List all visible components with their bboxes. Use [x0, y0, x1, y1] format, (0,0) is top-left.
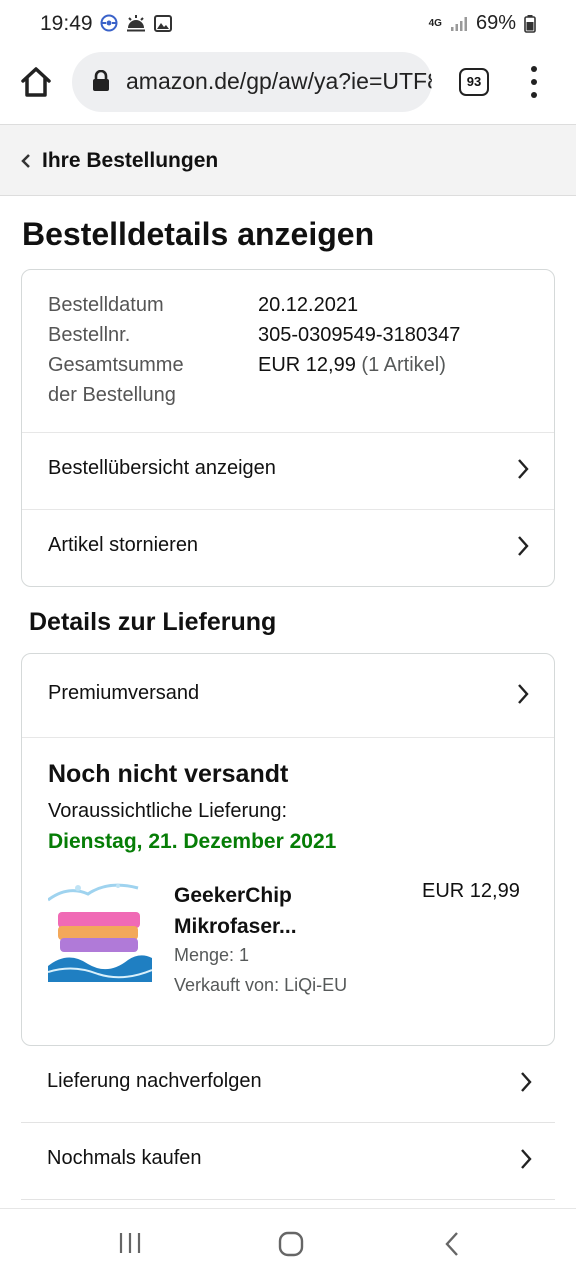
product-seller: Verkauft von: LiQi-EU [174, 975, 348, 995]
system-navigation-bar [0, 1208, 576, 1280]
network-type-label: 4G [428, 17, 442, 29]
chevron-right-icon [521, 1072, 532, 1092]
product-title[interactable]: GeekerChip Mikrofaser... [174, 880, 404, 942]
product-title-line2: Mikrofaser... [174, 915, 297, 938]
chevron-right-icon [518, 536, 529, 556]
order-total-label-line2: der Bestellung [48, 384, 176, 406]
back-navigation[interactable]: Ihre Bestellungen [0, 124, 576, 196]
page-title: Bestelldetails anzeigen [22, 216, 375, 252]
order-total-label-line1: Gesamtsumme [48, 354, 184, 376]
product-quantity: Menge: 1 [174, 945, 250, 965]
cancel-items-row[interactable]: Artikel stornieren [22, 509, 554, 586]
order-overview-row[interactable]: Bestellübersicht anzeigen [22, 432, 554, 509]
expected-delivery-label: Voraussichtliche Lieferung: [48, 800, 288, 822]
buy-again-row[interactable]: Nochmals kaufen [21, 1123, 555, 1200]
battery-icon [524, 14, 536, 33]
recent-apps-icon[interactable] [118, 1231, 142, 1255]
status-time: 19:49 [40, 12, 93, 35]
shipment-status: Noch nicht versandt [48, 760, 289, 788]
status-right-group: 4G 69% [429, 12, 536, 35]
buy-again-label: Nochmals kaufen [47, 1147, 202, 1169]
battery-percent: 69% [475, 12, 516, 34]
order-total-amount: EUR 12,99 [258, 354, 356, 376]
shipping-method-label: Premiumversand [48, 682, 200, 704]
signal-icon [450, 16, 467, 31]
back-link-label: Ihre Bestellungen [42, 149, 219, 172]
order-summary-card: Bestelldatum 20.12.2021 Bestellnr. 305-0… [21, 269, 555, 587]
image-icon [154, 14, 172, 32]
chevron-right-icon [521, 1149, 532, 1169]
track-package-label: Lieferung nachverfolgen [47, 1070, 262, 1092]
cancel-items-label: Artikel stornieren [48, 534, 199, 556]
more-menu-icon[interactable] [524, 66, 544, 100]
url-bar[interactable]: amazon.de/gp/aw/ya?ie=UTF8 [72, 52, 432, 112]
home-icon[interactable] [18, 64, 54, 100]
order-overview-label: Bestellübersicht anzeigen [48, 457, 276, 479]
browser-toolbar: amazon.de/gp/aw/ya?ie=UTF8 93 [0, 48, 576, 124]
product-price: EUR 12,99 [422, 880, 520, 902]
status-bar: 19:49 4G 69% [0, 0, 576, 48]
tab-switcher-button[interactable]: 93 [459, 68, 489, 96]
url-text: amazon.de/gp/aw/ya?ie=UTF8 [126, 68, 432, 94]
chevron-right-icon [518, 684, 529, 704]
status-notification-icons [100, 14, 172, 32]
lock-icon [93, 70, 109, 91]
order-item-count: (1 Artikel) [361, 354, 446, 376]
chevron-right-icon [518, 459, 529, 479]
order-total-value: EUR 12,99 (1 Artikel) [258, 350, 446, 380]
delivery-card: Premiumversand Noch nicht versandt Vorau… [21, 653, 555, 1046]
delivery-section-title: Details zur Lieferung [29, 608, 277, 636]
expected-delivery-date: Dienstag, 21. Dezember 2021 [48, 830, 337, 853]
product-title-line1: GeekerChip [174, 884, 292, 907]
shipping-method-row[interactable]: Premiumversand [22, 654, 554, 738]
weather-icon [127, 15, 145, 32]
order-date-label: Bestelldatum [48, 294, 164, 316]
product-thumbnail[interactable] [48, 880, 152, 982]
location-icon [100, 14, 118, 32]
order-date-value: 20.12.2021 [258, 294, 359, 316]
back-nav-icon[interactable] [444, 1231, 460, 1257]
home-nav-icon[interactable] [278, 1231, 304, 1257]
track-package-row[interactable]: Lieferung nachverfolgen [21, 1046, 555, 1123]
order-number-label: Bestellnr. [48, 324, 131, 346]
chevron-left-icon [21, 154, 30, 168]
order-number-value: 305-0309549-3180347 [258, 324, 461, 346]
